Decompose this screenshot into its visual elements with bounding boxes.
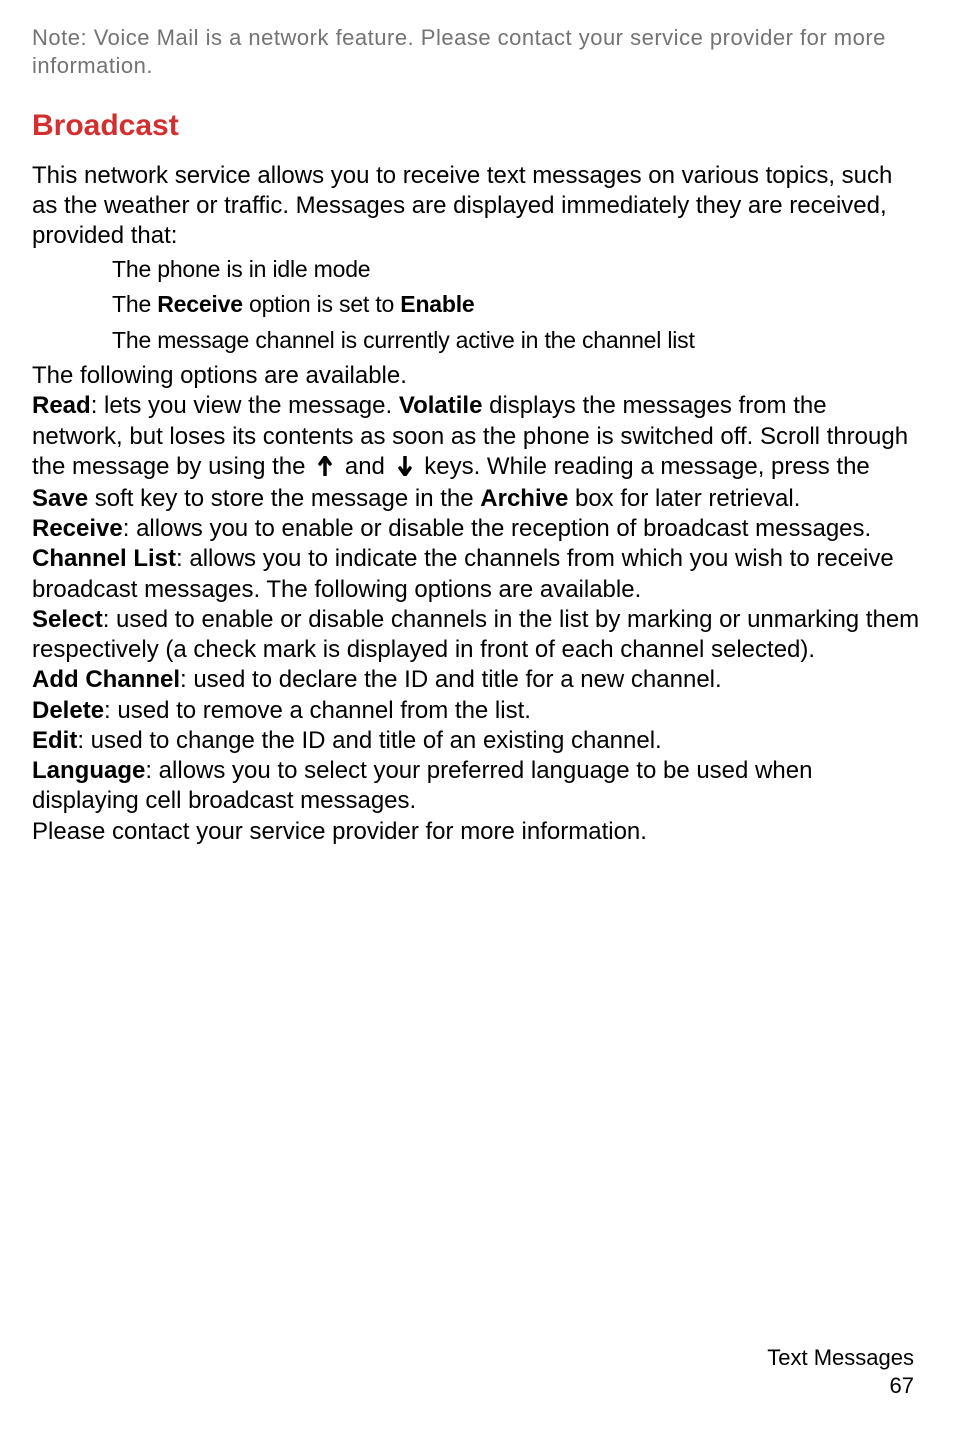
broadcast-heading: Broadcast <box>32 109 922 143</box>
volatile-label: Volatile <box>399 392 483 419</box>
options-intro: The following options are available. <box>32 361 922 391</box>
option-select: Select: used to enable or disable channe… <box>32 605 922 665</box>
option-language: Language: allows you to select your pref… <box>32 756 922 816</box>
closing-paragraph: Please contact your service provider for… <box>32 817 922 847</box>
text-fragment: : used to remove a channel from the list… <box>104 697 531 724</box>
receive-option-label: Receive <box>32 515 123 542</box>
text-fragment: box for later retrieval. <box>568 485 800 512</box>
archive-label: Archive <box>480 485 568 512</box>
text-fragment: : lets you view the message. <box>91 392 399 419</box>
text-fragment: and <box>338 453 391 480</box>
text-fragment: : used to declare the ID and title for a… <box>180 666 722 693</box>
text-fragment: option is set to <box>243 291 401 317</box>
options-block: The following options are available. Rea… <box>32 361 922 847</box>
option-receive: Receive: allows you to enable or disable… <box>32 514 922 544</box>
option-read: Read: lets you view the message. Volatil… <box>32 391 922 514</box>
edit-label: Edit <box>32 727 77 754</box>
up-arrow-icon <box>312 454 338 484</box>
delete-label: Delete <box>32 697 104 724</box>
footer-page-number: 67 <box>767 1372 914 1401</box>
page-footer: Text Messages 67 <box>767 1344 914 1401</box>
text-fragment: : used to enable or disable channels in … <box>32 606 919 663</box>
bullet-receive-enable: The Receive option is set to Enable <box>32 288 922 321</box>
text-fragment: : allows you to select your preferred la… <box>32 757 812 814</box>
text-fragment: : allows you to enable or disable the re… <box>123 515 871 542</box>
option-edit: Edit: used to change the ID and title of… <box>32 726 922 756</box>
bullet-list: The phone is in idle mode The Receive op… <box>32 253 922 357</box>
text-fragment: keys. While reading a message, press the <box>418 453 870 480</box>
down-arrow-icon <box>392 454 418 484</box>
enable-label: Enable <box>400 291 474 317</box>
channel-list-label: Channel List <box>32 545 176 572</box>
add-channel-label: Add Channel <box>32 666 180 693</box>
select-label: Select <box>32 606 103 633</box>
page: Note: Voice Mail is a network feature. P… <box>0 0 954 1433</box>
receive-label: Receive <box>157 291 243 317</box>
intro-paragraph: This network service allows you to recei… <box>32 161 922 251</box>
language-label: Language <box>32 757 145 784</box>
save-label: Save <box>32 485 88 512</box>
bullet-channel-active: The message channel is currently active … <box>32 324 922 357</box>
text-fragment: soft key to store the message in the <box>88 485 480 512</box>
text-fragment: The <box>112 291 157 317</box>
read-label: Read <box>32 392 91 419</box>
footer-section-title: Text Messages <box>767 1344 914 1373</box>
bullet-idle-mode: The phone is in idle mode <box>32 253 922 286</box>
option-add-channel: Add Channel: used to declare the ID and … <box>32 665 922 695</box>
voicemail-note: Note: Voice Mail is a network feature. P… <box>32 24 922 79</box>
text-fragment: : used to change the ID and title of an … <box>77 727 661 754</box>
option-delete: Delete: used to remove a channel from th… <box>32 696 922 726</box>
option-channel-list: Channel List: allows you to indicate the… <box>32 544 922 604</box>
